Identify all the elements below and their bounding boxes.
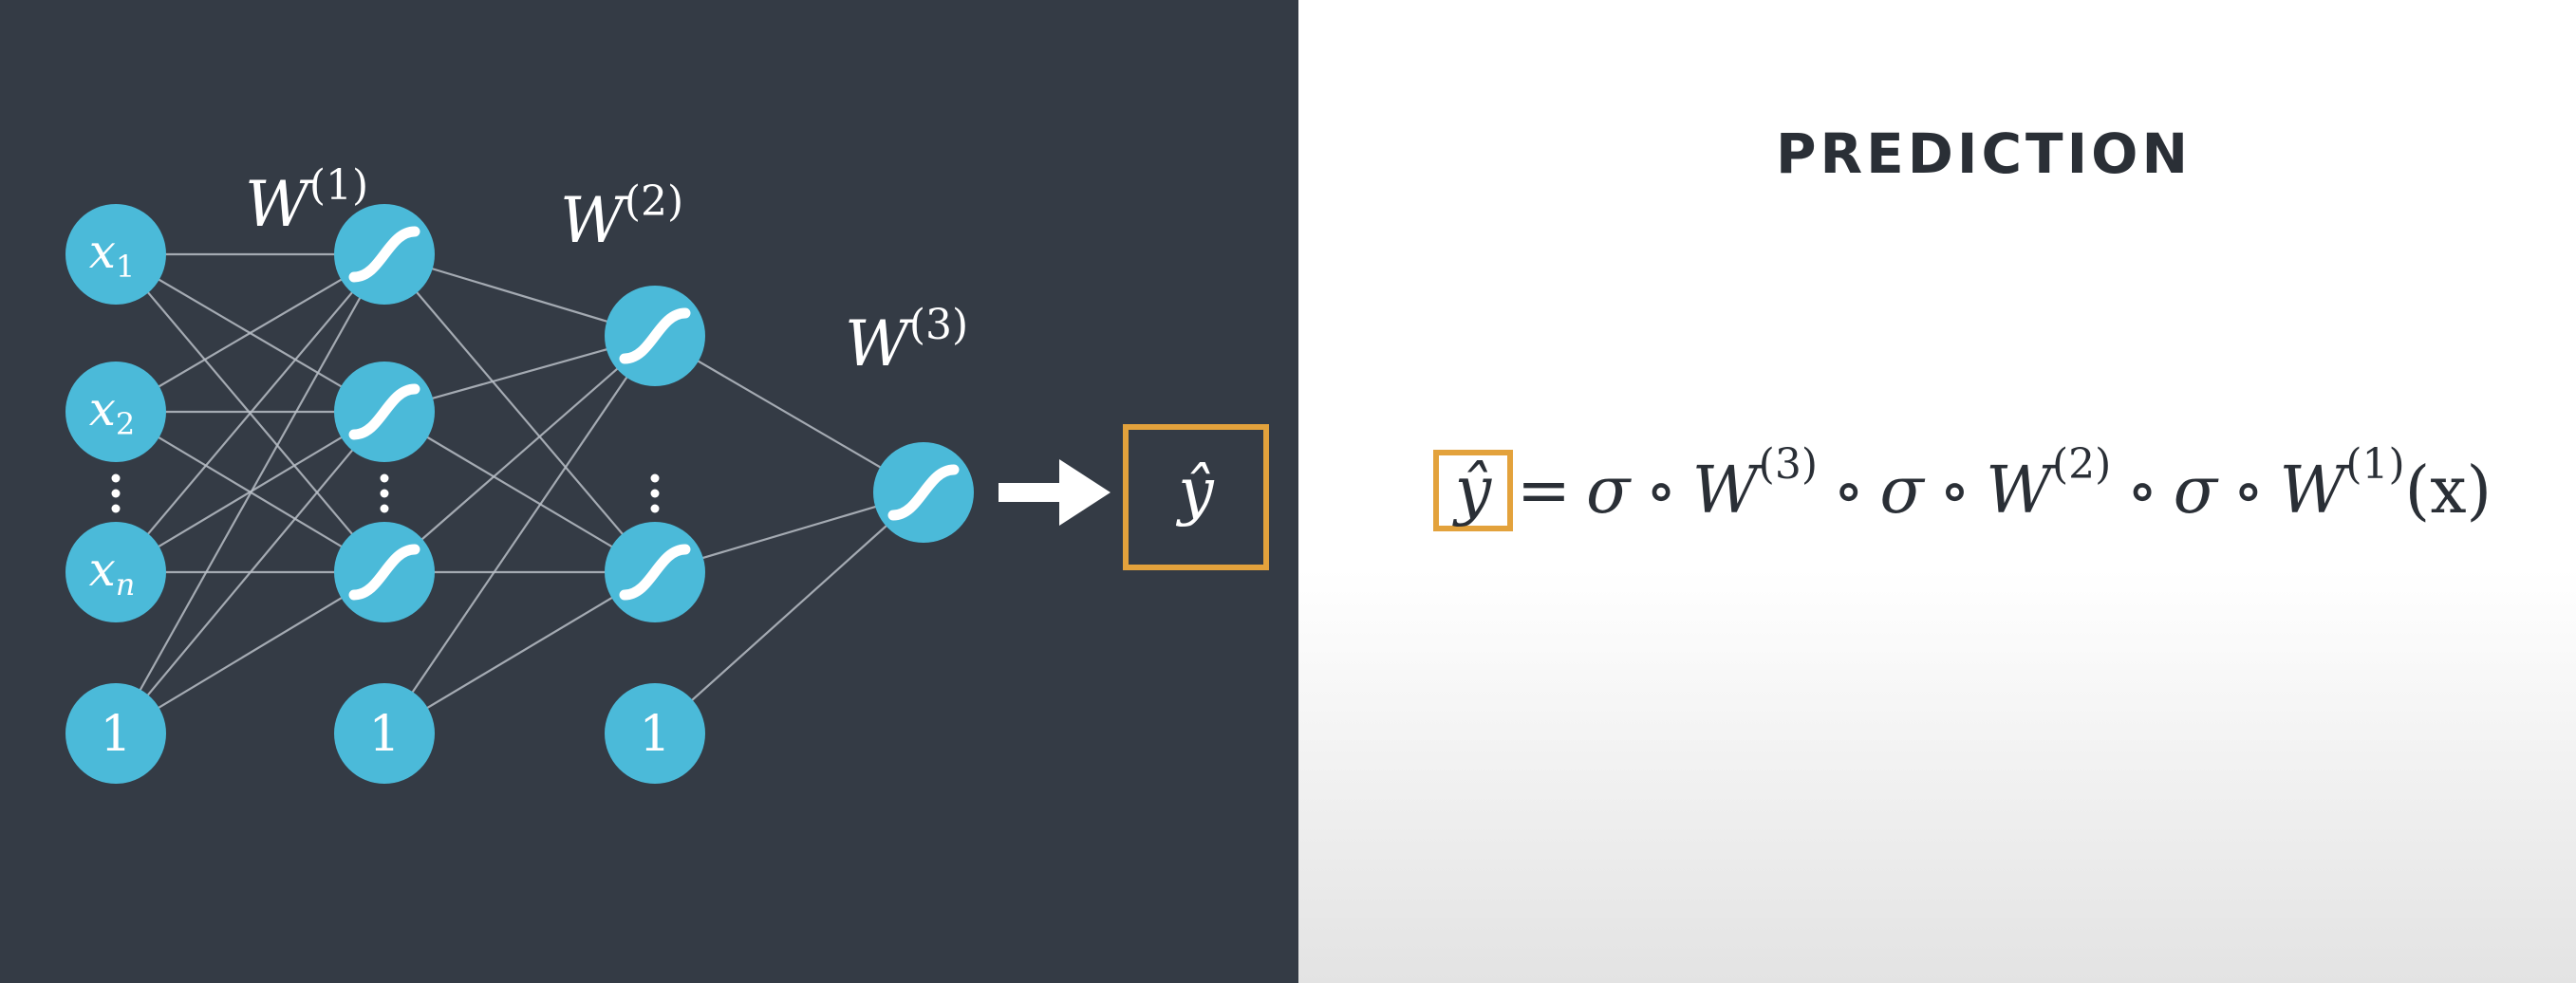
formula-compose-5: ∘ [2232,453,2265,529]
arrow-right-icon [999,459,1111,526]
bias-node-label: 1 [368,706,400,763]
formula-w3: W [1691,453,1759,529]
input-node-subscript: 1 [116,249,135,285]
network-edge [115,253,385,734]
slide-title: PREDICTION [1775,121,2193,186]
output-yhat-label: ŷ [1175,454,1214,528]
formula-equals: = [1517,453,1571,529]
network-panel: x1 x2 xn 1 1 1 W(1) W(2) W(3) ŷ [0,0,1298,983]
bias-node-label: 1 [100,706,131,763]
network-nodes [65,204,974,784]
bias-node-label: 1 [639,706,670,763]
vertical-ellipsis-icon [111,473,121,513]
input-node-subscript: n [116,566,136,603]
formula-w3-sup: (3) [1758,439,1818,489]
network-labels: x1x2xn1 1 1W(1) W(2)W(3)ŷ [89,161,1269,763]
input-node-subscript: 2 [116,406,135,442]
network-edge [654,492,924,734]
weight-label-sup: (1) [309,161,368,210]
weight-label-sup: (2) [625,177,683,226]
weight-label-2: W(2) [560,177,683,257]
formula-compose-3: ∘ [1938,453,1971,529]
weight-label-sup: (3) [909,301,968,349]
formula-yhat-box: ŷ [1433,450,1513,531]
network-edges [115,252,924,734]
vertical-ellipsis-icon [380,473,389,513]
weight-label-3: W(3) [845,301,968,380]
formula-yhat: ŷ [1454,453,1492,529]
formula-w2-sup: (2) [2052,439,2112,489]
vertical-ellipsis-icon [650,473,660,513]
formula-w2: W [1986,453,2052,529]
formula-w1: W [2279,453,2346,529]
neural-network-diagram: x1x2xn1 1 1W(1) W(2)W(3)ŷ [65,161,1269,784]
formula-compose-4: ∘ [2126,453,2158,529]
network-edge [383,335,656,573]
prediction-formula: ŷ = σ ∘ W (3) ∘ σ ∘ W (2) ∘ σ ∘ W (1) (x… [1433,438,2492,543]
formula-sigma-1: σ [1585,453,1631,529]
formula-w1-sup: (1) [2345,439,2405,489]
formula-compose-1: ∘ [1645,453,1677,529]
formula-sigma-2: σ [1879,453,1924,529]
formula-sigma-3: σ [2173,453,2218,529]
formula-compose-2: ∘ [1832,453,1865,529]
formula-argument: (x) [2404,453,2492,529]
